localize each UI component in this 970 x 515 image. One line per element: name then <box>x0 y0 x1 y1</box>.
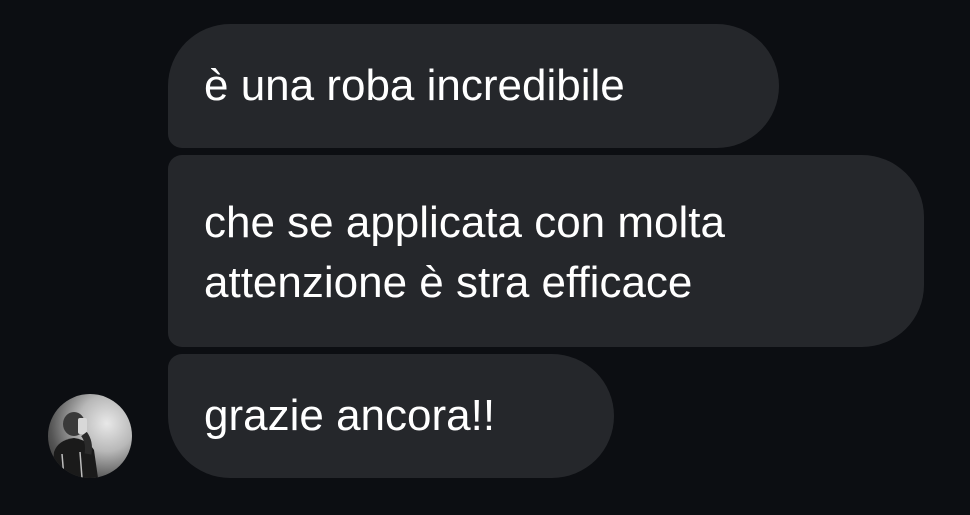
message-bubble[interactable]: è una roba incredibile <box>168 24 779 148</box>
message-bubble[interactable]: che se applicata con molta attenzione è … <box>168 155 924 347</box>
sender-avatar[interactable] <box>48 394 132 478</box>
message-bubble[interactable]: grazie ancora!! <box>168 354 614 478</box>
user-photo-avatar-icon <box>52 412 98 478</box>
message-text: è una roba incredibile <box>204 61 625 110</box>
message-text: attenzione è stra efficace <box>204 258 693 307</box>
message-text: grazie ancora!! <box>204 391 496 440</box>
message-text: che se applicata con molta <box>204 198 725 247</box>
chat-thread: è una roba incredibile che se applicata … <box>0 0 970 515</box>
